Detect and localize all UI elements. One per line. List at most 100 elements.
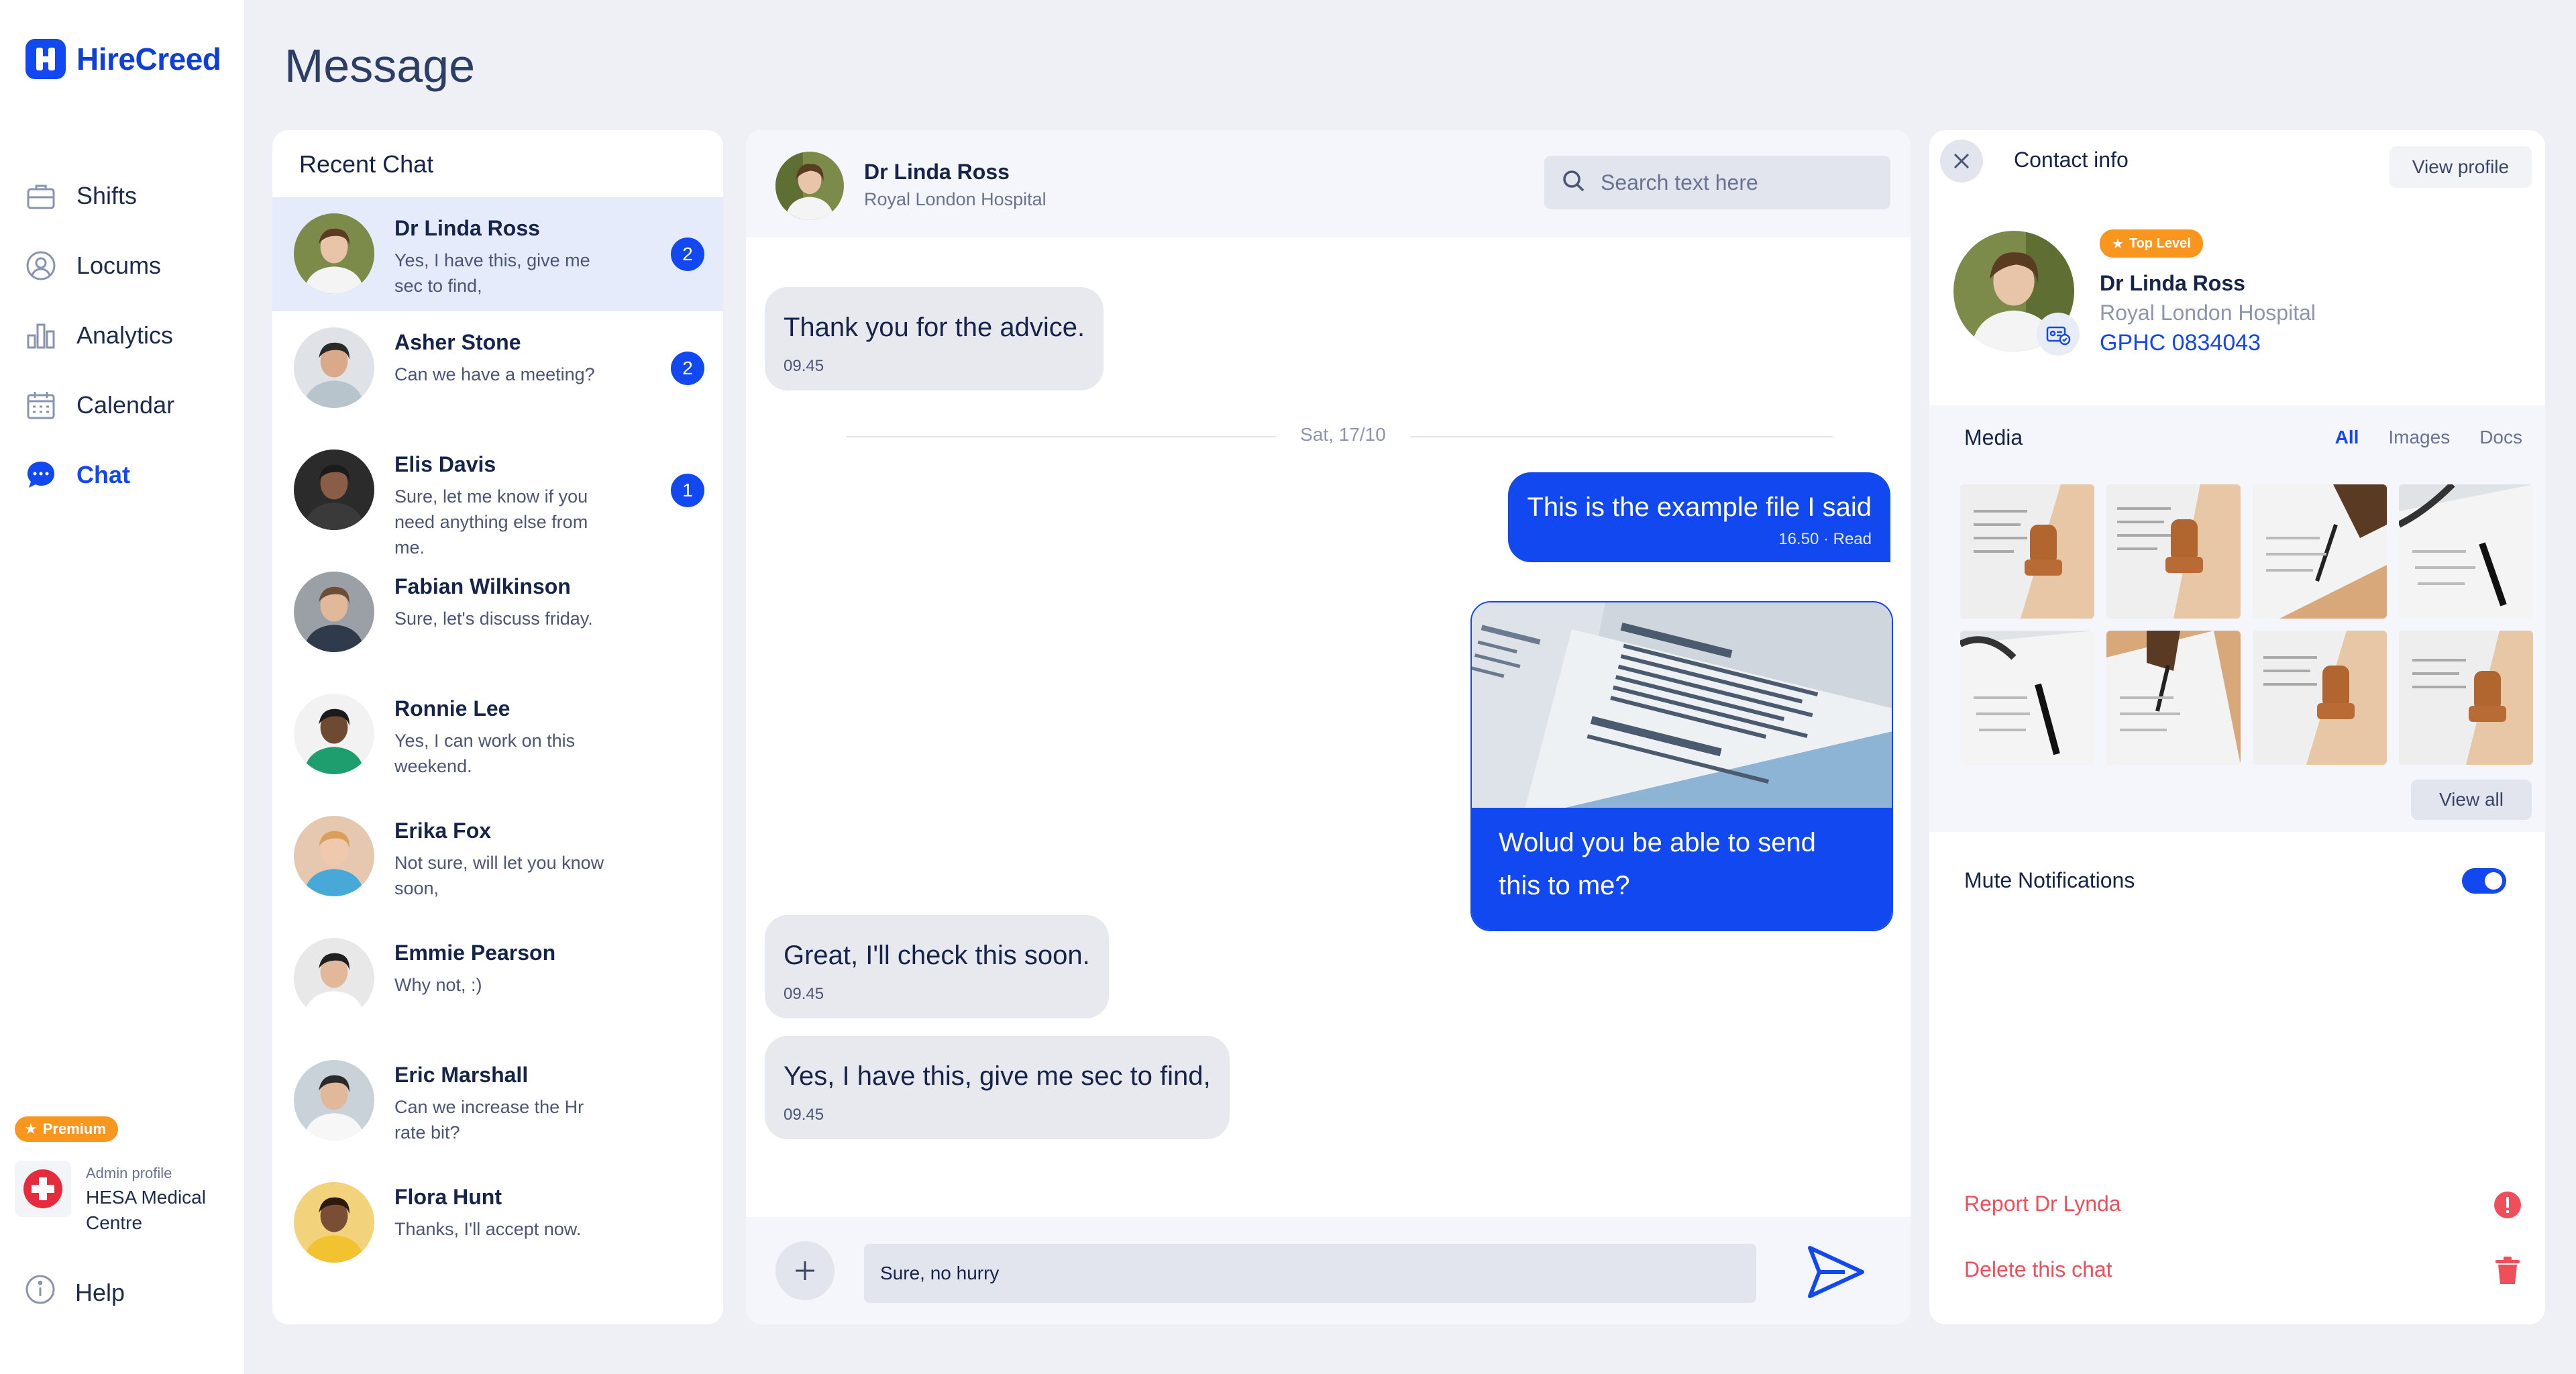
media-thumbnail[interactable] — [1960, 631, 2094, 765]
tab-docs[interactable]: Docs — [2479, 427, 2522, 448]
avatar — [294, 1182, 374, 1263]
id-card-icon — [2037, 313, 2080, 356]
report-link[interactable]: Report Dr Lynda — [1964, 1192, 2121, 1216]
media-thumbnail[interactable] — [2399, 484, 2533, 619]
sidebar-item-label: Shifts — [76, 182, 138, 209]
chat-list-item[interactable]: Elis Davis Sure, let me know if you need … — [272, 433, 723, 558]
chat-list-item[interactable]: Erika Fox Not sure, will let you know soo… — [272, 800, 723, 922]
close-button[interactable] — [1940, 140, 1983, 182]
media-thumbnail[interactable] — [2106, 484, 2241, 619]
help-label: Help — [75, 1278, 125, 1306]
trash-icon[interactable] — [2493, 1256, 2522, 1285]
sidebar-item-label: Chat — [76, 461, 130, 488]
recent-chat-panel: Recent Chat Dr Linda Ross Yes, I have thi… — [272, 130, 723, 1324]
message-text: Yes, I have this, give me sec to find, — [784, 1061, 1211, 1091]
alert-icon[interactable] — [2493, 1190, 2522, 1220]
logo-mark-icon — [25, 39, 66, 79]
chat-name: Fabian Wilkinson — [394, 574, 571, 598]
delete-chat-link[interactable]: Delete this chat — [1964, 1257, 2112, 1282]
contact-info-panel: Contact info View profile ★ Top Level Dr… — [1929, 130, 2545, 1324]
recent-chat-title: Recent Chat — [299, 150, 434, 178]
media-section: Media All Images Docs View all — [1929, 405, 2545, 832]
tab-images[interactable]: Images — [2388, 427, 2450, 448]
unread-badge: 1 — [671, 474, 704, 507]
message-time: 16.50 · Read — [1778, 530, 1872, 548]
send-icon — [1808, 1246, 1864, 1298]
contact-hospital: Royal London Hospital — [2100, 301, 2316, 325]
message-bubble-outgoing[interactable]: This is the example file I said 16.50 · … — [1508, 472, 1890, 562]
message-input[interactable] — [864, 1244, 1756, 1303]
logo-text: HireCreed — [76, 42, 221, 76]
help-link[interactable]: Help — [24, 1273, 125, 1312]
media-thumbnail[interactable] — [2253, 631, 2387, 765]
chat-list-item[interactable]: Emmie Pearson Why not, :) — [272, 922, 723, 1044]
avatar — [294, 816, 374, 896]
briefcase-icon — [24, 179, 58, 213]
message-time: 09.45 — [784, 1106, 824, 1124]
premium-badge: ★ Premium — [15, 1116, 118, 1142]
admin-profile[interactable]: Admin profile HESA Medical Centre — [15, 1161, 227, 1236]
chat-list-item[interactable]: Ronnie Lee Yes, I can work on this weeken… — [272, 678, 723, 800]
add-attachment-button[interactable] — [775, 1241, 835, 1300]
media-grid — [1960, 484, 2533, 765]
message-bubble-incoming[interactable]: Yes, I have this, give me sec to find, 0… — [765, 1036, 1230, 1139]
avatar — [294, 327, 374, 408]
avatar — [294, 572, 374, 652]
chat-list-item[interactable]: Flora Hunt Thanks, I'll accept now. — [272, 1166, 723, 1288]
message-bubble-incoming[interactable]: Great, I'll check this soon. 09.45 — [765, 915, 1109, 1018]
media-thumbnail[interactable] — [1960, 484, 2094, 619]
chat-name: Elis Davis — [394, 452, 496, 476]
chat-list-item[interactable]: Eric Marshall Can we increase the Hr rate… — [272, 1044, 723, 1166]
chat-snippet: Not sure, will let you know soon, — [394, 853, 604, 898]
sidebar-item-shifts[interactable]: Shifts — [24, 161, 174, 231]
chat-snippet: Thanks, I'll accept now. — [394, 1219, 582, 1239]
sidebar-item-locums[interactable]: Locums — [24, 231, 174, 301]
conversation-header: Dr Linda Ross Royal London Hospital — [746, 130, 1911, 237]
avatar[interactable] — [775, 152, 844, 220]
sidebar-item-chat[interactable]: Chat — [24, 440, 174, 510]
avatar — [294, 938, 374, 1018]
close-icon — [1953, 153, 1970, 169]
avatar — [294, 213, 374, 294]
conversation-panel: Dr Linda Ross Royal London Hospital Than… — [746, 130, 1911, 1324]
date-label: Sat, 17/10 — [1300, 424, 1386, 445]
message-text: This is the example file I said — [1527, 492, 1872, 522]
chat-snippet: Can we have a meeting? — [394, 364, 595, 384]
avatar — [294, 694, 374, 774]
sidebar-item-analytics[interactable]: Analytics — [24, 301, 174, 370]
view-all-button[interactable]: View all — [2411, 780, 2532, 820]
mute-notifications-toggle[interactable] — [2462, 868, 2506, 894]
chat-snippet: Yes, I have this, give me sec to find, — [394, 250, 590, 296]
info-icon — [24, 1273, 56, 1312]
chat-name: Erika Fox — [394, 818, 492, 843]
avatar — [294, 450, 374, 530]
star-icon: ★ — [24, 1120, 38, 1137]
sidebar: HireCreed Shifts Locums Analytics Calend… — [0, 0, 244, 1374]
sidebar-item-calendar[interactable]: Calendar — [24, 370, 174, 440]
message-text: Great, I'll check this soon. — [784, 941, 1090, 970]
chat-snippet: Can we increase the Hr rate bit? — [394, 1097, 584, 1143]
chat-list-item[interactable]: Dr Linda Ross Yes, I have this, give me s… — [272, 197, 723, 311]
contact-code: GPHC 0834043 — [2100, 330, 2261, 356]
view-profile-button[interactable]: View profile — [2390, 146, 2532, 188]
admin-logo — [15, 1161, 71, 1217]
search-icon — [1560, 168, 1587, 198]
sidebar-item-label: Locums — [76, 252, 162, 279]
logo[interactable]: HireCreed — [25, 39, 221, 79]
media-tabs: All Images Docs — [2335, 427, 2522, 448]
media-thumbnail[interactable] — [2399, 631, 2533, 765]
star-icon: ★ — [2112, 236, 2124, 252]
message-bubble-incoming[interactable]: Thank you for the advice. 09.45 — [765, 287, 1104, 390]
chat-name: Ronnie Lee — [394, 696, 511, 721]
search-input[interactable] — [1601, 170, 1882, 195]
send-button[interactable] — [1803, 1240, 1868, 1304]
image-message-bubble[interactable]: Wolud you be able to send this to me? — [1470, 601, 1893, 931]
chat-list-item[interactable]: Asher Stone Can we have a meeting? 2 — [272, 311, 723, 433]
search-box[interactable] — [1544, 156, 1890, 209]
media-thumbnail[interactable] — [2253, 484, 2387, 619]
chat-list: Dr Linda Ross Yes, I have this, give me s… — [272, 197, 723, 1288]
tab-all[interactable]: All — [2335, 427, 2359, 448]
media-thumbnail[interactable] — [2106, 631, 2241, 765]
chat-list-item[interactable]: Fabian Wilkinson Sure, let's discuss frid… — [272, 556, 723, 678]
top-level-badge: ★ Top Level — [2100, 229, 2203, 258]
